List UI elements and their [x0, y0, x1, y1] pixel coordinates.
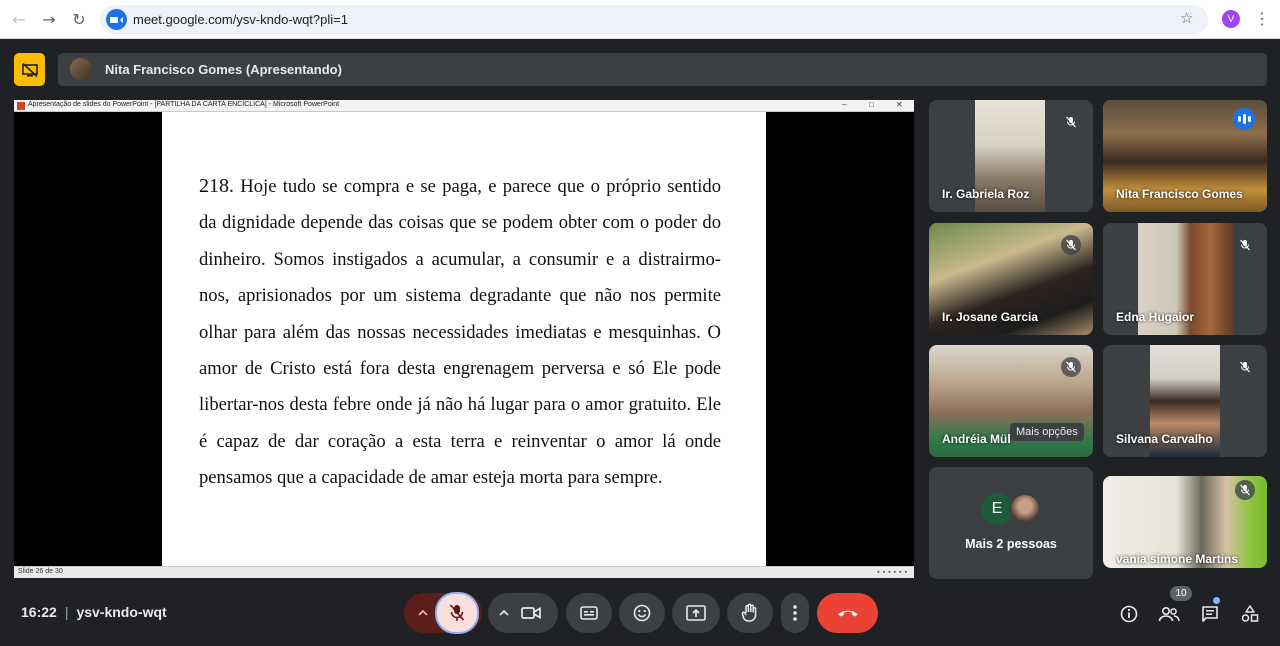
presenter-bar: Nita Francisco Gomes (Apresentando) — [58, 53, 1267, 86]
video-options-button[interactable] — [488, 593, 558, 633]
info-icon — [1120, 605, 1138, 623]
presenter-avatar — [70, 58, 92, 80]
browser-menu-icon[interactable]: ⋮ — [1254, 9, 1270, 28]
more-vert-icon — [793, 605, 797, 621]
more-options-button[interactable] — [781, 593, 809, 633]
presenter-label: Nita Francisco Gomes (Apresentando) — [105, 62, 342, 77]
slide: 218. Hoje tudo se compra e se paga, e pa… — [162, 112, 766, 566]
meet-site-icon — [106, 9, 127, 30]
activities-icon — [1241, 605, 1259, 622]
powerpoint-icon — [17, 102, 25, 110]
participant-name: Andréia Mül — [942, 432, 1011, 446]
present-screen-icon — [686, 605, 706, 621]
participant-name: Ir. Josane Garcia — [942, 310, 1039, 324]
chevron-up-icon — [499, 610, 509, 616]
participant-tile[interactable]: vania simone Martins — [1103, 476, 1267, 568]
more-people-tile[interactable]: E Mais 2 pessoas — [929, 467, 1093, 579]
chat-notification-dot — [1213, 597, 1220, 604]
reactions-button[interactable] — [619, 593, 665, 633]
reload-icon[interactable]: ↻ — [67, 7, 91, 31]
people-icon — [1158, 606, 1180, 622]
participant-count-badge: 10 — [1170, 586, 1192, 601]
participant-name: vania simone Martins — [1116, 552, 1239, 566]
url-text: meet.google.com/ysv-kndo-wqt?pli=1 — [133, 12, 348, 27]
chat-icon — [1202, 606, 1218, 622]
browser-toolbar: ← → ↻ meet.google.com/ysv-kndo-wqt?pli=1… — [0, 0, 1280, 39]
back-arrow-icon[interactable]: ← — [7, 7, 31, 31]
close-icon: ✕ — [896, 100, 903, 109]
powerpoint-statusbar: Slide 26 de 30 ▪▪▪▪▪▪ — [14, 566, 914, 578]
participant-tile[interactable]: Silvana Carvalho — [1103, 345, 1267, 457]
mic-off-icon — [1235, 357, 1255, 377]
meeting-clock: 16:22 — [21, 604, 57, 620]
chevron-up-icon — [418, 610, 428, 616]
captions-button[interactable] — [566, 593, 612, 633]
paragraph-number: 218. — [199, 175, 234, 197]
participant-name: Silvana Carvalho — [1116, 432, 1213, 446]
more-people-label: Mais 2 pessoas — [965, 537, 1057, 551]
closed-captions-icon — [580, 606, 598, 620]
mic-off-icon — [1235, 480, 1255, 500]
participant-tile-speaking[interactable]: Nita Francisco Gomes — [1103, 100, 1267, 212]
hang-up-icon — [838, 610, 857, 617]
microphone-toggle-button[interactable] — [435, 592, 479, 634]
raise-hand-button[interactable] — [727, 593, 773, 633]
more-people-avatars: E — [981, 493, 1043, 525]
statusbar-view-icons: ▪▪▪▪▪▪ — [877, 569, 910, 576]
people-button[interactable] — [1155, 600, 1183, 628]
mic-off-icon — [1235, 235, 1255, 255]
slide-paragraph: 218. Hoje tudo se compra e se paga, e pa… — [199, 168, 721, 497]
leave-call-button[interactable] — [817, 593, 878, 633]
avatar — [1009, 493, 1041, 525]
meeting-code: ysv-kndo-wqt — [76, 604, 167, 620]
chat-button[interactable] — [1196, 600, 1224, 628]
participant-name: Nita Francisco Gomes — [1116, 187, 1243, 201]
participant-tile[interactable]: Ir. Gabriela Roz — [929, 100, 1093, 212]
meeting-details-button[interactable] — [1115, 600, 1143, 628]
present-screen-button[interactable] — [672, 593, 720, 633]
profile-avatar[interactable]: V — [1222, 10, 1240, 28]
mic-off-icon — [1061, 112, 1081, 132]
forward-arrow-icon[interactable]: → — [37, 7, 61, 31]
hand-icon — [741, 603, 757, 622]
more-options-tooltip: Mais opções — [1010, 423, 1084, 441]
mic-off-icon — [449, 604, 465, 621]
meeting-info: 16:22 | ysv-kndo-wqt — [21, 604, 167, 620]
address-bar[interactable]: meet.google.com/ysv-kndo-wqt?pli=1 — [100, 5, 1208, 34]
presentation-stage: Apresentação de slides do PowerPoint - [… — [14, 100, 914, 578]
speaking-indicator-icon — [1233, 108, 1255, 130]
powerpoint-titlebar: Apresentação de slides do PowerPoint - [… — [14, 100, 914, 112]
emoji-icon — [633, 604, 651, 622]
participant-name: Ir. Gabriela Roz — [942, 187, 1030, 201]
mic-off-icon — [1061, 357, 1081, 377]
presentation-icon[interactable] — [14, 53, 45, 86]
powerpoint-window-title: Apresentação de slides do PowerPoint - [… — [28, 101, 340, 108]
bookmark-star-icon[interactable]: ☆ — [1180, 9, 1193, 27]
participant-name: Edna Hugaior — [1116, 310, 1195, 324]
maximize-icon: □ — [869, 100, 874, 109]
participant-tile[interactable]: Edna Hugaior — [1103, 223, 1267, 335]
activities-button[interactable] — [1236, 600, 1264, 628]
mic-off-icon — [1061, 235, 1081, 255]
camera-icon[interactable] — [521, 606, 541, 620]
slide-counter: Slide 26 de 30 — [18, 568, 63, 575]
minimize-icon: – — [842, 100, 847, 109]
participant-tile[interactable]: Ir. Josane Garcia — [929, 223, 1093, 335]
paragraph-text: Hoje tudo se compra e se paga, e parece … — [199, 176, 721, 489]
